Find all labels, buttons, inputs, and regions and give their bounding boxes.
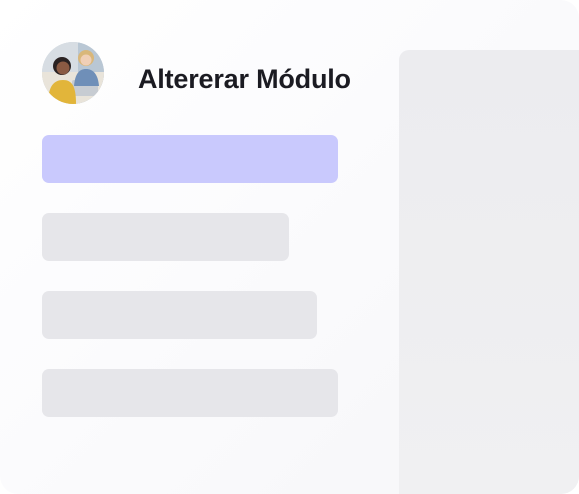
form-field-placeholder[interactable] [42, 369, 338, 417]
form-field-placeholder[interactable] [42, 291, 317, 339]
preview-panel [399, 50, 579, 494]
page-title: Altererar Módulo [138, 64, 351, 94]
module-card: Altererar Módulo [0, 0, 579, 494]
form-field-placeholder[interactable] [42, 213, 289, 261]
user-avatar[interactable] [42, 42, 104, 104]
avatar-photo-icon [42, 42, 104, 104]
form-field-selected[interactable] [42, 135, 338, 183]
